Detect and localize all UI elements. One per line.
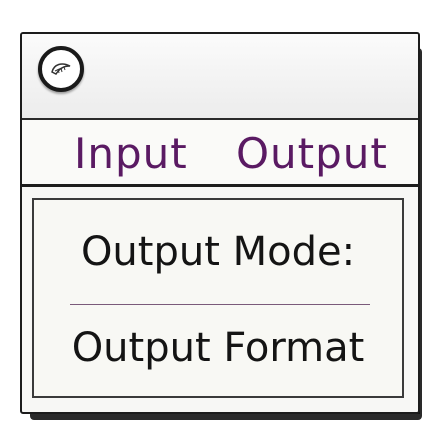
tab-bar: Input Output xyxy=(22,120,418,187)
app-window: Input Output Output Mode: Output Format xyxy=(20,32,420,414)
menu-item-output-format[interactable]: Output Format xyxy=(34,300,402,396)
title-bar xyxy=(22,34,418,120)
feather-icon-svg xyxy=(51,63,71,75)
tab-output[interactable]: Output xyxy=(236,130,388,178)
tab-input[interactable]: Input xyxy=(74,130,188,178)
menu-item-output-mode[interactable]: Output Mode: xyxy=(34,204,402,300)
feather-logo-icon[interactable] xyxy=(38,46,84,92)
output-menu-panel: Output Mode: Output Format xyxy=(32,198,404,398)
